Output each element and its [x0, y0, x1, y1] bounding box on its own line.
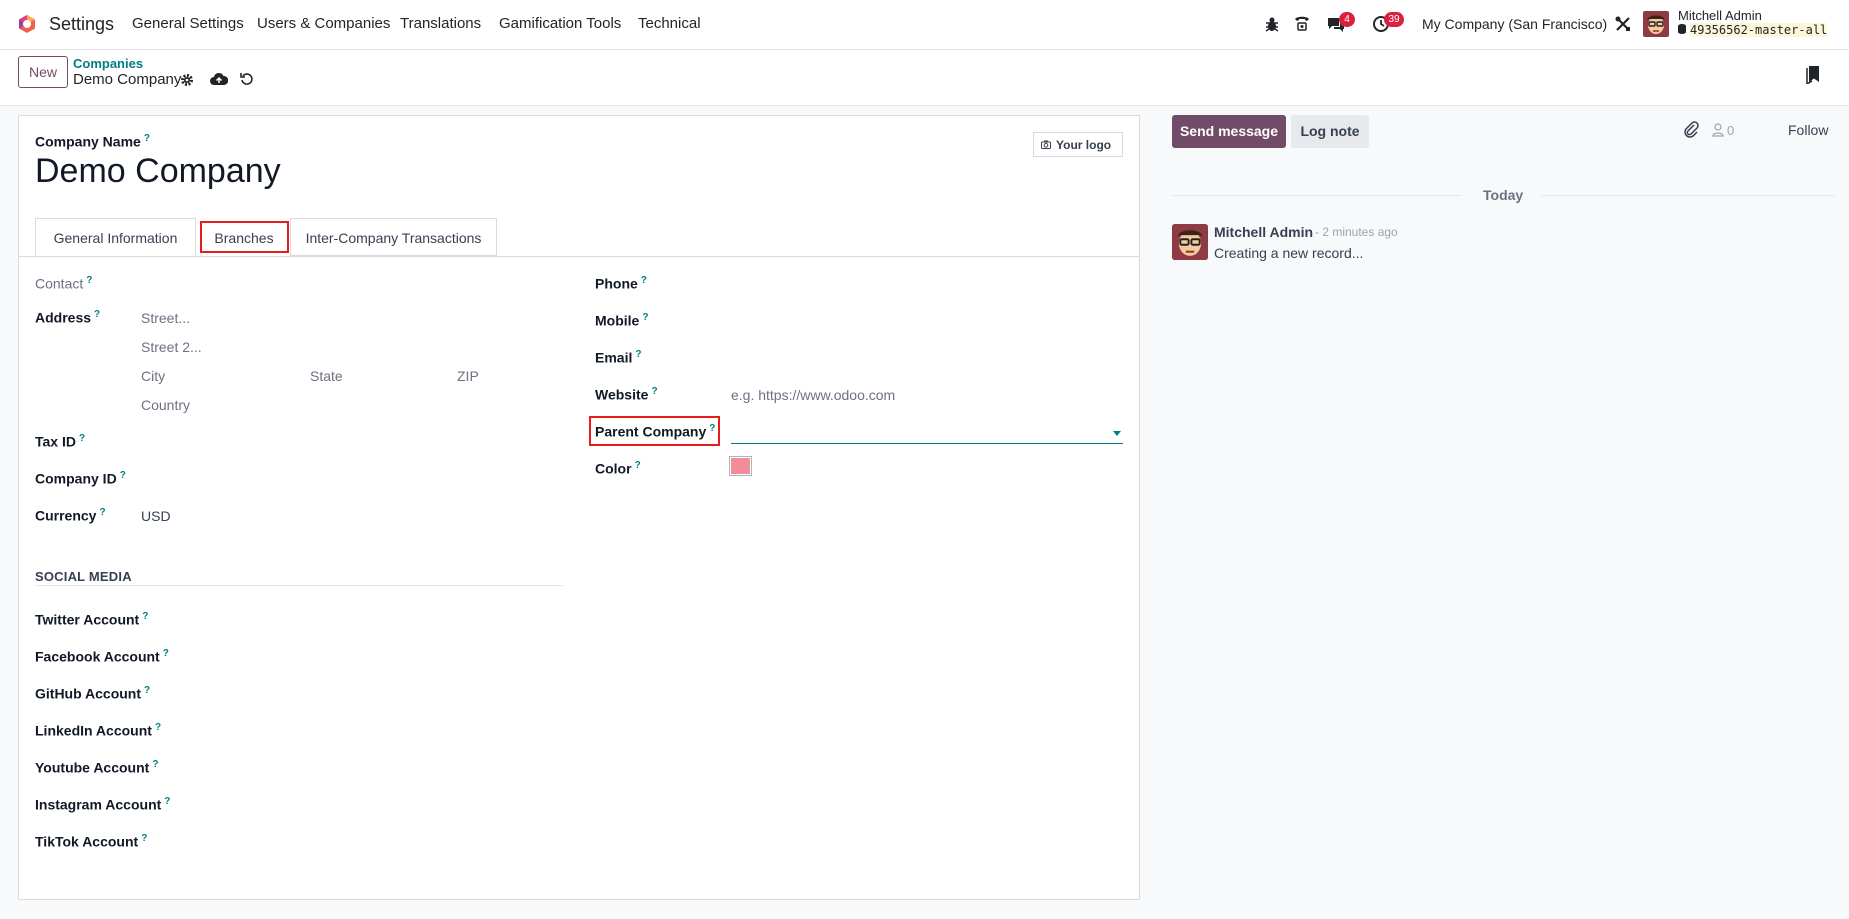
- address-label: Address?: [35, 309, 101, 326]
- youtube-account-label: Youtube Account?: [35, 759, 159, 776]
- facebook-account-label: Facebook Account?: [35, 648, 169, 665]
- street-input[interactable]: Street...: [141, 310, 190, 326]
- menu-gamification-tools[interactable]: Gamification Tools: [499, 15, 621, 32]
- twitter-account-label: Twitter Account?: [35, 611, 149, 628]
- follow-button[interactable]: Follow: [1788, 122, 1828, 138]
- github-account-label: GitHub Account?: [35, 685, 151, 702]
- linkedin-account-label: LinkedIn Account?: [35, 722, 162, 739]
- company-id-label: Company ID?: [35, 470, 126, 487]
- messages-badge: 4: [1339, 12, 1355, 27]
- tiktok-account-label: TikTok Account?: [35, 833, 148, 850]
- message-author[interactable]: Mitchell Admin: [1214, 224, 1313, 240]
- breadcrumb-current: Demo Company: [73, 71, 182, 88]
- control-panel: New Companies Demo Company: [0, 50, 1849, 106]
- email-label: Email?: [595, 349, 642, 366]
- bookmark-icon[interactable]: [1806, 66, 1820, 84]
- bug-icon[interactable]: [1264, 15, 1280, 33]
- mobile-label: Mobile?: [595, 312, 649, 329]
- new-button[interactable]: New: [18, 56, 68, 88]
- user-name[interactable]: Mitchell Admin: [1678, 8, 1762, 23]
- help-mark[interactable]: ?: [144, 133, 150, 144]
- currency-label: Currency?: [35, 507, 106, 524]
- menu-general-settings[interactable]: General Settings: [132, 15, 244, 32]
- state-input[interactable]: State: [310, 368, 343, 384]
- log-note-button[interactable]: Log note: [1291, 115, 1369, 148]
- activities-badge: 39: [1384, 12, 1404, 27]
- paperclip-icon[interactable]: [1683, 121, 1699, 139]
- menu-technical[interactable]: Technical: [638, 15, 701, 32]
- contact-label: Contact?: [35, 275, 93, 292]
- date-separator-line-right: [1541, 195, 1835, 196]
- website-input[interactable]: e.g. https://www.odoo.com: [731, 387, 895, 403]
- gear-icon[interactable]: [180, 73, 194, 87]
- tax-id-label: Tax ID?: [35, 433, 86, 450]
- company-switcher[interactable]: My Company (San Francisco): [1422, 16, 1607, 32]
- phone-label: Phone?: [595, 275, 647, 292]
- currency-value[interactable]: USD: [141, 508, 171, 524]
- menu-translations[interactable]: Translations: [400, 15, 481, 32]
- camera-icon: [1041, 140, 1051, 149]
- followers-user-icon[interactable]: [1712, 123, 1724, 137]
- color-label: Color?: [595, 460, 641, 477]
- followers-count[interactable]: 0: [1727, 123, 1734, 138]
- branches-highlight: [200, 221, 289, 253]
- social-media-title: SOCIAL MEDIA: [35, 569, 132, 584]
- send-message-button[interactable]: Send message: [1172, 115, 1286, 148]
- user-avatar[interactable]: [1643, 11, 1669, 37]
- message-author-avatar[interactable]: [1172, 224, 1208, 260]
- social-divider: [35, 585, 563, 586]
- database-name: 49356562-master-all: [1690, 23, 1828, 37]
- color-swatch-fill: [731, 458, 750, 474]
- tabs-divider: [18, 256, 1140, 257]
- app-name[interactable]: Settings: [49, 14, 114, 35]
- color-swatch[interactable]: [729, 456, 752, 476]
- parent-company-highlight: [589, 416, 720, 446]
- dropdown-caret-icon[interactable]: [1113, 431, 1121, 436]
- phone-icon[interactable]: [1293, 14, 1311, 32]
- date-separator-line-left: [1172, 195, 1462, 196]
- top-navbar: Settings General Settings Users & Compan…: [0, 0, 1849, 50]
- save-cloud-icon[interactable]: [210, 72, 228, 86]
- logo-label: Your logo: [1056, 138, 1112, 152]
- company-name-input[interactable]: Demo Company: [35, 152, 281, 191]
- tab-general-information[interactable]: General Information: [35, 218, 196, 256]
- menu-users-companies[interactable]: Users & Companies: [257, 15, 390, 32]
- discard-undo-icon[interactable]: [240, 72, 254, 86]
- website-label: Website?: [595, 386, 658, 403]
- city-input[interactable]: City: [141, 368, 165, 384]
- message-body: Creating a new record...: [1214, 245, 1364, 261]
- date-separator: Today: [1483, 187, 1524, 203]
- tab-inter-company-transactions[interactable]: Inter-Company Transactions: [290, 218, 497, 256]
- odoo-logo-icon[interactable]: [17, 14, 37, 34]
- message-time: - 2 minutes ago: [1315, 225, 1398, 239]
- company-name-label: Company Name?: [35, 133, 150, 150]
- zip-input[interactable]: ZIP: [457, 368, 479, 384]
- street2-input[interactable]: Street 2...: [141, 339, 202, 355]
- logo-upload-button[interactable]: Your logo: [1033, 132, 1123, 157]
- tools-icon[interactable]: [1614, 15, 1632, 33]
- instagram-account-label: Instagram Account?: [35, 796, 171, 813]
- breadcrumb-companies[interactable]: Companies: [73, 56, 143, 71]
- country-input[interactable]: Country: [141, 397, 190, 413]
- parent-company-input[interactable]: [731, 425, 1123, 444]
- database-icon: [1678, 24, 1686, 34]
